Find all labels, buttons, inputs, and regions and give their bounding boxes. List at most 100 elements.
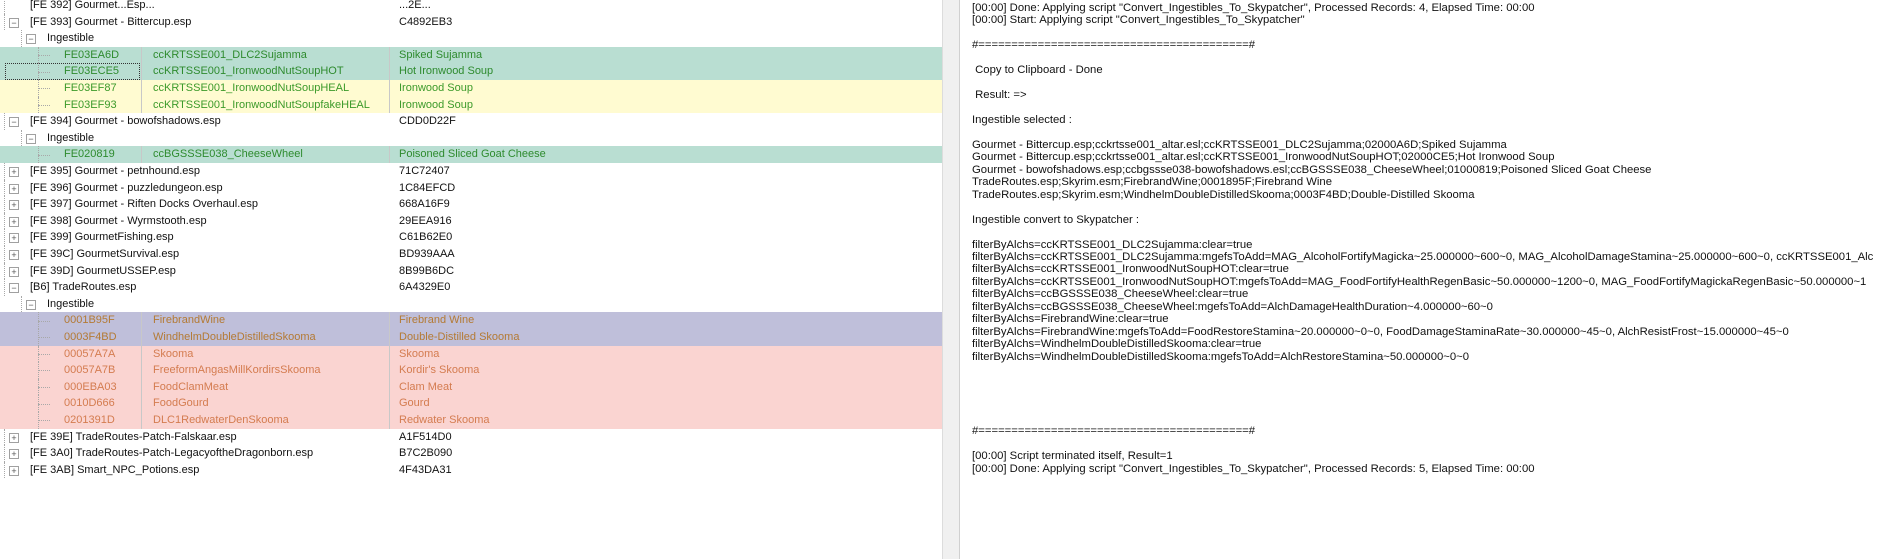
log-line: filterByAlchs=ccKRTSSE001_DLC2Sujamma:cl…: [972, 238, 1253, 251]
plugin-row[interactable]: + [FE 395] Gourmet - petnhound.esp 71C7240…: [0, 163, 942, 180]
plugin-row[interactable]: + [FE 39D] GourmetUSSEP.esp 8B99B6DC: [0, 262, 942, 280]
expand-icon[interactable]: +: [9, 183, 19, 194]
log-line: filterByAlchs=ccBGSSSE038_CheeseWheel:cl…: [972, 288, 1249, 301]
column-divider: [141, 63, 142, 80]
collapse-icon[interactable]: −: [9, 283, 19, 294]
form-id: FE03EA6D: [64, 48, 120, 61]
plugin-row[interactable]: + [FE 39E] TradeRoutes-Patch-Falskaar.esp…: [0, 428, 942, 446]
record-row[interactable]: 00057A7B FreeformAngasMillKordirsSkooma Ko…: [0, 362, 942, 379]
focus-rectangle: [5, 63, 140, 80]
collapse-icon[interactable]: −: [9, 17, 19, 28]
plugin-row[interactable]: − [B6] TradeRoutes.esp 6A4329E0: [0, 279, 942, 296]
messages-log[interactable]: [00:00] Done: Applying script "Convert_I…: [962, 0, 1894, 559]
column-divider: [389, 63, 390, 80]
log-line: Result: =>: [972, 89, 1027, 102]
group-row[interactable]: − Ingestible: [0, 30, 942, 47]
expand-icon[interactable]: +: [9, 233, 19, 244]
plugin-row[interactable]: + [FE 399] GourmetFishing.esp C61B62E0: [0, 229, 942, 246]
column-divider: [389, 146, 390, 163]
expand-icon[interactable]: +: [9, 266, 19, 277]
record-row[interactable]: FE03EF87 ccKRTSSE001_IronwoodNutSoupHEAL I…: [0, 80, 942, 97]
collapse-icon[interactable]: −: [9, 117, 19, 128]
record-row[interactable]: FE03EA6D ccKRTSSE001_DLC2Sujamma Spiked Su…: [0, 46, 942, 64]
column-divider: [389, 395, 390, 412]
record-row[interactable]: 0001B95F FirebrandWine Firebrand Wine: [0, 312, 942, 329]
column-divider: [389, 96, 390, 114]
tree-line: [21, 30, 22, 47]
record-name: [FE 392] Gourmet...Esp...: [30, 0, 155, 11]
collapse-icon[interactable]: −: [26, 133, 36, 144]
plugin-crc: C4892EB3: [399, 15, 453, 28]
plugin-row[interactable]: + [FE 3AB] Smart_NPC_Potions.esp 4F43DA31: [0, 461, 942, 479]
form-id: 0003F4BD: [64, 331, 117, 343]
record-row[interactable]: 000EBA03 FoodClamMeat Clam Meat: [0, 378, 942, 396]
tree-line: [38, 420, 50, 422]
plugin-crc: 1C84EFCD: [399, 181, 456, 194]
log-line: [00:00] Start: Applying script "Convert_…: [972, 14, 1305, 27]
collapse-icon[interactable]: −: [26, 34, 36, 45]
plugin-crc: C61B62E0: [399, 231, 453, 244]
column-divider: [389, 445, 390, 462]
column-divider: [141, 395, 142, 412]
tree-line: [38, 403, 50, 405]
expand-icon[interactable]: +: [9, 167, 19, 177]
column-divider: [389, 263, 390, 280]
expand-icon[interactable]: +: [9, 432, 19, 443]
group-row[interactable]: − Ingestible: [0, 295, 942, 313]
display-name: Poisoned Sliced Goat Cheese: [399, 148, 546, 161]
log-line: #=======================================…: [972, 39, 1256, 52]
record-name: Ingestible: [47, 32, 95, 45]
log-line: filterByAlchs=FirebrandWine:clear=true: [972, 313, 1169, 326]
form-id: 0001B95F: [64, 314, 115, 327]
log-line: TradeRoutes.esp;Skyrim.esm;WindhelmDoubl…: [972, 188, 1475, 201]
plugin-crc: 8B99B6DC: [399, 264, 455, 277]
form-id: FE03EF93: [64, 98, 117, 111]
pane-splitter[interactable]: [942, 0, 960, 559]
group-row[interactable]: − Ingestible: [0, 129, 942, 147]
plugin-row[interactable]: − [FE 393] Gourmet - Bittercup.esp C4892EB…: [0, 13, 942, 31]
column-divider: [141, 378, 142, 396]
log-line: TradeRoutes.esp;Skyrim.esm;FirebrandWine…: [972, 176, 1332, 189]
log-line: Copy to Clipboard - Done: [972, 64, 1103, 77]
record-row[interactable]: 0201391D DLC1RedwaterDenSkooma Redwater Sk…: [0, 412, 942, 429]
plugin-row[interactable]: + [FE 396] Gourmet - puzzledungeon.esp 1C8…: [0, 179, 942, 197]
plugin-row[interactable]: − [FE 394] Gourmet - bowofshadows.esp CDD0…: [0, 113, 942, 130]
display-name: Hot Ironwood Soup: [399, 65, 494, 78]
plugin-row[interactable]: + [FE 397] Gourmet - Riften Docks Overhau…: [0, 196, 942, 213]
plugin-crc: 4F43DA31: [399, 463, 452, 476]
expand-icon[interactable]: +: [9, 465, 19, 476]
plugin-row[interactable]: [FE 392] Gourmet...Esp... ...2E...: [0, 0, 942, 14]
collapse-icon[interactable]: −: [26, 299, 36, 310]
tree-line: [4, 113, 5, 130]
plugin-row[interactable]: + [FE 3A0] TradeRoutes-Patch-LegacyoftheD…: [0, 445, 942, 462]
record-row[interactable]: 00057A7A Skooma Skooma: [0, 345, 942, 363]
record-name: [FE 395] Gourmet - petnhound.esp: [30, 165, 200, 177]
expand-icon[interactable]: +: [9, 200, 19, 211]
record-row[interactable]: 0010D666 FoodGourd Gourd: [0, 395, 942, 412]
column-divider: [389, 213, 390, 230]
tree-line: [4, 0, 5, 14]
record-row[interactable]: 0003F4BD WindhelmDoubleDistilledSkooma Dou…: [0, 329, 942, 346]
plugin-row[interactable]: + [FE 398] Gourmet - Wyrmstooth.esp 29EEA9…: [0, 212, 942, 230]
column-divider: [389, 180, 390, 197]
record-tree-view[interactable]: [FE 392] Gourmet...Esp... ...2E... − [FE 39…: [0, 0, 942, 559]
editor-id: Skooma: [153, 347, 194, 360]
expand-icon[interactable]: +: [9, 449, 19, 460]
tree-line: [38, 55, 50, 57]
plugin-crc: BD939AAA: [399, 248, 455, 260]
expand-icon[interactable]: +: [9, 216, 19, 227]
column-divider: [141, 329, 142, 346]
plugin-crc: 668A16F9: [399, 198, 450, 211]
tree-line: [4, 179, 5, 197]
record-row[interactable]: FE020819 ccBGSSSE038_CheeseWheel Poisoned …: [0, 146, 942, 163]
record-row[interactable]: FE03EF93 ccKRTSSE001_IronwoodNutSoupfakeH…: [0, 96, 942, 114]
plugin-row[interactable]: + [FE 39C] GourmetSurvival.esp BD939AAA: [0, 246, 942, 263]
record-name: [FE 39C] GourmetSurvival.esp: [30, 248, 180, 260]
display-name: Kordir's Skooma: [399, 364, 480, 377]
expand-icon[interactable]: +: [9, 250, 19, 260]
log-line: filterByAlchs=ccKRTSSE001_DLC2Sujamma:mg…: [972, 251, 1874, 263]
column-divider: [141, 96, 142, 114]
record-row[interactable]: FE03ECE5 ccKRTSSE001_IronwoodNutSoupHOT Ho…: [0, 63, 942, 80]
column-divider: [389, 196, 390, 213]
column-divider: [389, 378, 390, 396]
